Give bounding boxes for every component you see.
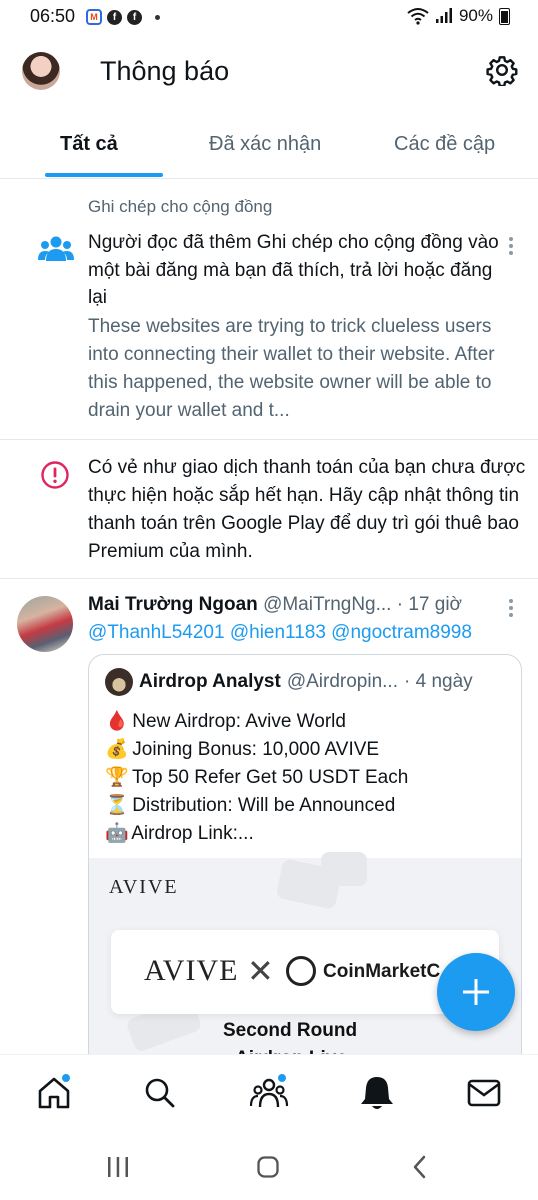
post-time: · 17 giờ — [396, 594, 463, 615]
image-headline: Second Round — [223, 1020, 358, 1041]
avive-logo-small: AVIVE — [109, 876, 179, 898]
recent-apps-icon[interactable] — [106, 1156, 130, 1178]
cross-mark: ✕ — [247, 953, 274, 989]
quoted-post-time: · 4 ngày — [404, 671, 473, 692]
back-icon[interactable] — [410, 1155, 430, 1179]
more-options-icon[interactable] — [509, 599, 513, 617]
tab-mentions[interactable]: Các đề cập — [394, 133, 495, 156]
nav-search[interactable] — [140, 1073, 180, 1113]
quoted-line: 🤖 Airdrop Link:... — [105, 820, 408, 848]
hourglass-icon: ⏳ — [105, 795, 129, 816]
notification-category: Ghi chép cho cộng đồng — [88, 197, 273, 216]
coinmarketcap-logo-icon — [286, 956, 316, 986]
quoted-author-name: Airdrop Analyst — [139, 671, 281, 692]
bottom-navigation — [0, 1054, 538, 1135]
app-header: Thông báo — [0, 34, 538, 114]
author-handle: @MaiTrngNg... — [263, 594, 392, 615]
quoted-post-header: Airdrop Analyst @Airdropin... · 4 ngày — [105, 668, 473, 696]
quoted-author-handle: @Airdropin... — [286, 671, 398, 692]
author-avatar[interactable] — [17, 596, 73, 652]
system-navigation-bar — [0, 1134, 538, 1200]
decorative-cube — [321, 852, 367, 886]
partner-name: CoinMarketC — [323, 961, 441, 982]
drop-of-blood-icon: 🩸 — [105, 711, 129, 732]
nav-home[interactable] — [34, 1073, 74, 1113]
tab-all[interactable]: Tất cả — [60, 133, 118, 156]
compose-post-button[interactable] — [437, 953, 515, 1031]
quoted-line: 🏆 Top 50 Refer Get 50 USDT Each — [105, 764, 408, 792]
search-icon — [145, 1078, 175, 1108]
tab-verified[interactable]: Đã xác nhận — [209, 133, 321, 156]
nav-messages[interactable] — [464, 1073, 504, 1113]
wifi-icon — [407, 8, 429, 25]
quoted-line: ⏳ Distribution: Will be Announced — [105, 792, 408, 820]
post-header: Mai Trường Ngoan @MaiTrngNg... · 17 giờ — [88, 594, 508, 616]
facebook-icon: f — [107, 9, 122, 25]
robot-icon: 🤖 — [105, 823, 129, 844]
signal-icon — [435, 8, 452, 23]
facebook-icon: f — [127, 9, 142, 25]
avive-logo: AVIVE — [144, 954, 239, 987]
unread-dot — [277, 1073, 287, 1083]
more-notifications-dot-icon — [155, 14, 160, 20]
alert-exclamation-icon — [41, 461, 69, 489]
notification-tabs: Tất cả Đã xác nhận Các đề cập — [0, 118, 538, 179]
settings-gear-icon[interactable] — [486, 54, 518, 86]
page-title: Thông báo — [100, 56, 230, 86]
trophy-icon: 🏆 — [105, 767, 129, 788]
status-right: 90% — [407, 6, 510, 26]
community-notes-notification[interactable]: Ghi chép cho cộng đồng Người đọc đã thêm… — [0, 179, 538, 440]
notification-text: Người đọc đã thêm Ghi chép cho cộng đồng… — [88, 232, 499, 308]
unread-dot — [61, 1073, 71, 1083]
mention-links[interactable]: @ThanhL54201 @hien1183 @ngoctram8998 — [88, 622, 472, 644]
note-excerpt: These websites are trying to trick cluel… — [88, 316, 495, 421]
quoted-line: 💰 Joining Bonus: 10,000 AVIVE — [105, 736, 408, 764]
status-time: 06:50 — [30, 6, 76, 26]
community-people-icon — [38, 236, 74, 261]
gmail-icon: M — [86, 9, 102, 25]
active-tab-indicator — [45, 173, 163, 177]
battery-percent: 90% — [458, 6, 493, 25]
quoted-post-text: 🩸 New Airdrop: Avive World 💰 Joining Bon… — [105, 708, 408, 848]
quoted-author-avatar — [105, 668, 133, 696]
quoted-line: 🩸 New Airdrop: Avive World — [105, 708, 408, 736]
mail-icon — [467, 1079, 501, 1107]
status-bar: 06:50 M f f 90% — [0, 0, 538, 34]
nav-communities[interactable] — [249, 1073, 289, 1113]
money-bag-icon: 💰 — [105, 739, 129, 760]
author-name[interactable]: Mai Trường Ngoan — [88, 594, 258, 615]
home-button-icon[interactable] — [256, 1155, 280, 1179]
notification-text: Có vẻ như giao dịch thanh toán của bạn c… — [88, 457, 526, 562]
bell-icon — [361, 1077, 393, 1109]
nav-notifications[interactable] — [357, 1073, 397, 1113]
profile-avatar[interactable] — [22, 52, 60, 90]
plus-icon — [463, 979, 489, 1005]
battery-icon — [499, 7, 510, 25]
status-notification-icons: M f f — [86, 9, 160, 25]
payment-alert-notification[interactable]: Có vẻ như giao dịch thanh toán của bạn c… — [0, 440, 538, 579]
